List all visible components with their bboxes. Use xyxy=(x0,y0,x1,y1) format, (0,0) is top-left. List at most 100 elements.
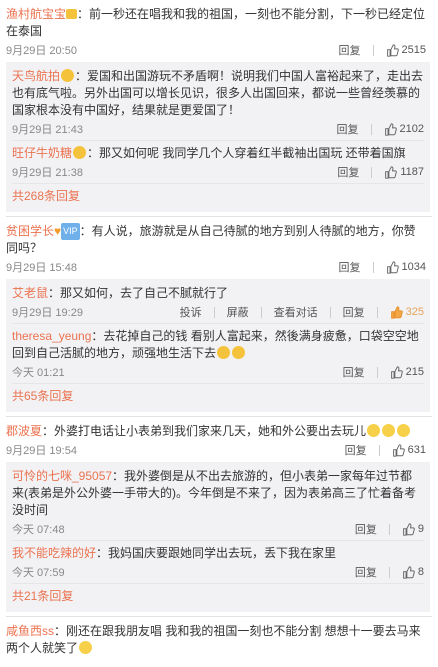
reply-author[interactable]: 旺仔牛奶糖 xyxy=(12,146,72,160)
like-button[interactable]: 2515 xyxy=(386,43,426,57)
comment-author[interactable]: 贫困学长 xyxy=(6,224,54,238)
reply-box-1: 天鸟航拍 ：爱国和出国游玩不矛盾啊！说明我们中国人富裕起来了，走出去也有底气啦。另… xyxy=(6,62,430,212)
reply-time: 今天 07:48 xyxy=(12,524,65,536)
reply-button[interactable]: 回复 xyxy=(337,121,359,137)
comment-body: ：外婆打电话让小表弟到我们家来几天，她和外公要出去玩儿 xyxy=(42,424,367,438)
reply-item: 艾老鼠：那又如何，去了自己不腻就行了 9月29日 19:29 投诉 屏蔽 查看对… xyxy=(12,281,424,324)
reply-time: 今天 01:21 xyxy=(12,367,65,379)
report-button[interactable]: 投诉 xyxy=(180,304,202,320)
comment-1: 渔村航宝宝 ：前一秒还在唱我和我的祖国，一刻也不能分割，下一秒已经定位在泰国 9月… xyxy=(0,0,438,62)
vip-badge-icon: VIP xyxy=(61,223,80,240)
reply-button[interactable]: 回复 xyxy=(345,442,367,458)
emoji-icon xyxy=(217,346,231,359)
comment-body: ：刚还在跟我朋友唱 我和我的祖国一刻也不能分割 想想十一要去马来两个人就笑了 xyxy=(6,624,421,655)
reply-item: 我不能吃辣的好：我妈国庆要跟她同学出去玩，丢下我在家里 今天 07:59 回复 … xyxy=(12,541,424,584)
emoji-icon xyxy=(367,424,381,437)
like-button[interactable]: 1034 xyxy=(386,260,426,274)
emoji-icon xyxy=(232,346,246,359)
reply-time: 今天 07:59 xyxy=(12,567,65,579)
separator xyxy=(372,261,374,273)
thumbs-up-icon xyxy=(390,365,403,379)
thumbs-up-icon xyxy=(403,565,415,579)
separator xyxy=(371,166,373,178)
reply-author[interactable]: 艾老鼠 xyxy=(12,286,48,300)
like-button[interactable]: 215 xyxy=(390,365,424,379)
reply-author[interactable]: 天鸟航拍 xyxy=(12,69,60,83)
more-replies-link[interactable]: 共21条回复 xyxy=(12,584,424,608)
comment-author[interactable]: 咸鱼西ss xyxy=(6,624,54,638)
like-button[interactable]: 631 xyxy=(392,443,426,457)
separator xyxy=(376,306,378,318)
emoji-icon xyxy=(73,146,87,159)
comment-text: 渔村航宝宝 ：前一秒还在唱我和我的祖国，一刻也不能分割，下一秒已经定位在泰国 xyxy=(6,6,426,40)
thumbs-up-icon xyxy=(385,165,398,179)
more-replies-link[interactable]: 共65条回复 xyxy=(12,384,424,408)
reply-button[interactable]: 回复 xyxy=(339,259,361,275)
reply-author[interactable]: theresa_yeung xyxy=(12,329,91,343)
reply-body: ：那又如何，去了自己不腻就行了 xyxy=(48,286,229,300)
like-count: 325 xyxy=(405,306,424,318)
vip-badge-icon xyxy=(66,9,78,19)
like-button[interactable]: 2102 xyxy=(384,122,424,136)
comment-author[interactable]: 渔村航宝宝 xyxy=(6,7,66,21)
like-button[interactable]: 1187 xyxy=(384,165,424,179)
like-count: 8 xyxy=(417,566,424,578)
separator xyxy=(260,306,262,318)
emoji-icon xyxy=(397,424,411,437)
separator xyxy=(329,306,331,318)
thumbs-up-icon xyxy=(386,43,399,57)
reply-body: ：我妈国庆要跟她同学出去玩，丢下我在家里 xyxy=(96,546,337,560)
separator xyxy=(372,44,374,56)
separator xyxy=(388,566,390,578)
reply-item: 旺仔牛奶糖 ：那又如何呢 我同学几个人穿着红半截袖出国玩 还带着国旗 9月29日 … xyxy=(12,141,424,184)
thumbs-up-icon xyxy=(384,122,397,136)
reply-box-3: 可怜的七咪_95057：我外婆倒是从不出去旅游的，但小表弟一家每年过节都来(表弟… xyxy=(6,462,430,612)
like-count: 1034 xyxy=(401,261,426,273)
thumbs-up-icon xyxy=(403,522,415,536)
reply-author[interactable]: 我不能吃辣的好 xyxy=(12,546,96,560)
separator xyxy=(378,444,380,456)
comment-time: 9月29日 20:50 xyxy=(6,45,77,57)
separator xyxy=(213,306,215,318)
reply-button[interactable]: 回复 xyxy=(337,164,359,180)
thumbs-up-icon xyxy=(386,260,399,274)
like-button[interactable]: 325 xyxy=(390,305,424,319)
block-button[interactable]: 屏蔽 xyxy=(227,304,249,320)
reply-time: 9月29日 19:29 xyxy=(12,307,83,319)
like-count: 2102 xyxy=(399,123,424,135)
emoji-icon xyxy=(61,69,75,82)
reply-time: 9月29日 21:38 xyxy=(12,167,83,179)
comment-3: 郡波夏：外婆打电话让小表弟到我们家来几天，她和外公要出去玩儿 9月29日 19:… xyxy=(0,417,438,462)
thumbs-up-icon xyxy=(392,443,405,457)
reply-author[interactable]: 可怜的七咪_95057 xyxy=(12,469,112,483)
reply-button[interactable]: 回复 xyxy=(343,364,365,380)
reply-button[interactable]: 回复 xyxy=(355,564,377,580)
reply-time: 9月29日 21:43 xyxy=(12,124,83,136)
separator xyxy=(376,366,378,378)
thumbs-up-icon xyxy=(390,305,403,319)
reply-button[interactable]: 回复 xyxy=(355,521,377,537)
reply-item: 天鸟航拍 ：爱国和出国游玩不矛盾啊！说明我们中国人富裕起来了，走出去也有底气啦。另… xyxy=(12,64,424,141)
comment-time: 9月29日 19:54 xyxy=(6,445,77,457)
reply-box-2: 艾老鼠：那又如何，去了自己不腻就行了 9月29日 19:29 投诉 屏蔽 查看对… xyxy=(6,279,430,412)
comment-author[interactable]: 郡波夏 xyxy=(6,424,42,438)
comment-time: 9月29日 15:48 xyxy=(6,262,77,274)
reply-item: 可怜的七咪_95057：我外婆倒是从不出去旅游的，但小表弟一家每年过节都来(表弟… xyxy=(12,464,424,541)
like-button[interactable]: 9 xyxy=(402,522,424,536)
like-count: 631 xyxy=(407,444,426,456)
emoji-icon xyxy=(382,424,396,437)
like-count: 215 xyxy=(405,366,424,378)
reply-button[interactable]: 回复 xyxy=(343,304,365,320)
comment-4: 咸鱼西ss：刚还在跟我朋友唱 我和我的祖国一刻也不能分割 想想十一要去马来两个人… xyxy=(0,617,438,661)
view-conversation-button[interactable]: 查看对话 xyxy=(274,304,318,320)
like-count: 1187 xyxy=(400,166,424,178)
comment-meta: 9月29日 20:50 回复 2515 xyxy=(6,42,426,58)
separator xyxy=(370,123,372,135)
comment-2: 贫困学长♥ VIP ：有人说，旅游就是从自己待腻的地方到别人待腻的地方，你赞同吗？ … xyxy=(0,217,438,279)
like-count: 2515 xyxy=(401,44,426,56)
separator xyxy=(388,523,390,535)
reply-button[interactable]: 回复 xyxy=(339,42,361,58)
more-replies-link[interactable]: 共268条回复 xyxy=(12,184,424,208)
like-button[interactable]: 8 xyxy=(402,565,424,579)
emoji-icon xyxy=(79,641,93,654)
